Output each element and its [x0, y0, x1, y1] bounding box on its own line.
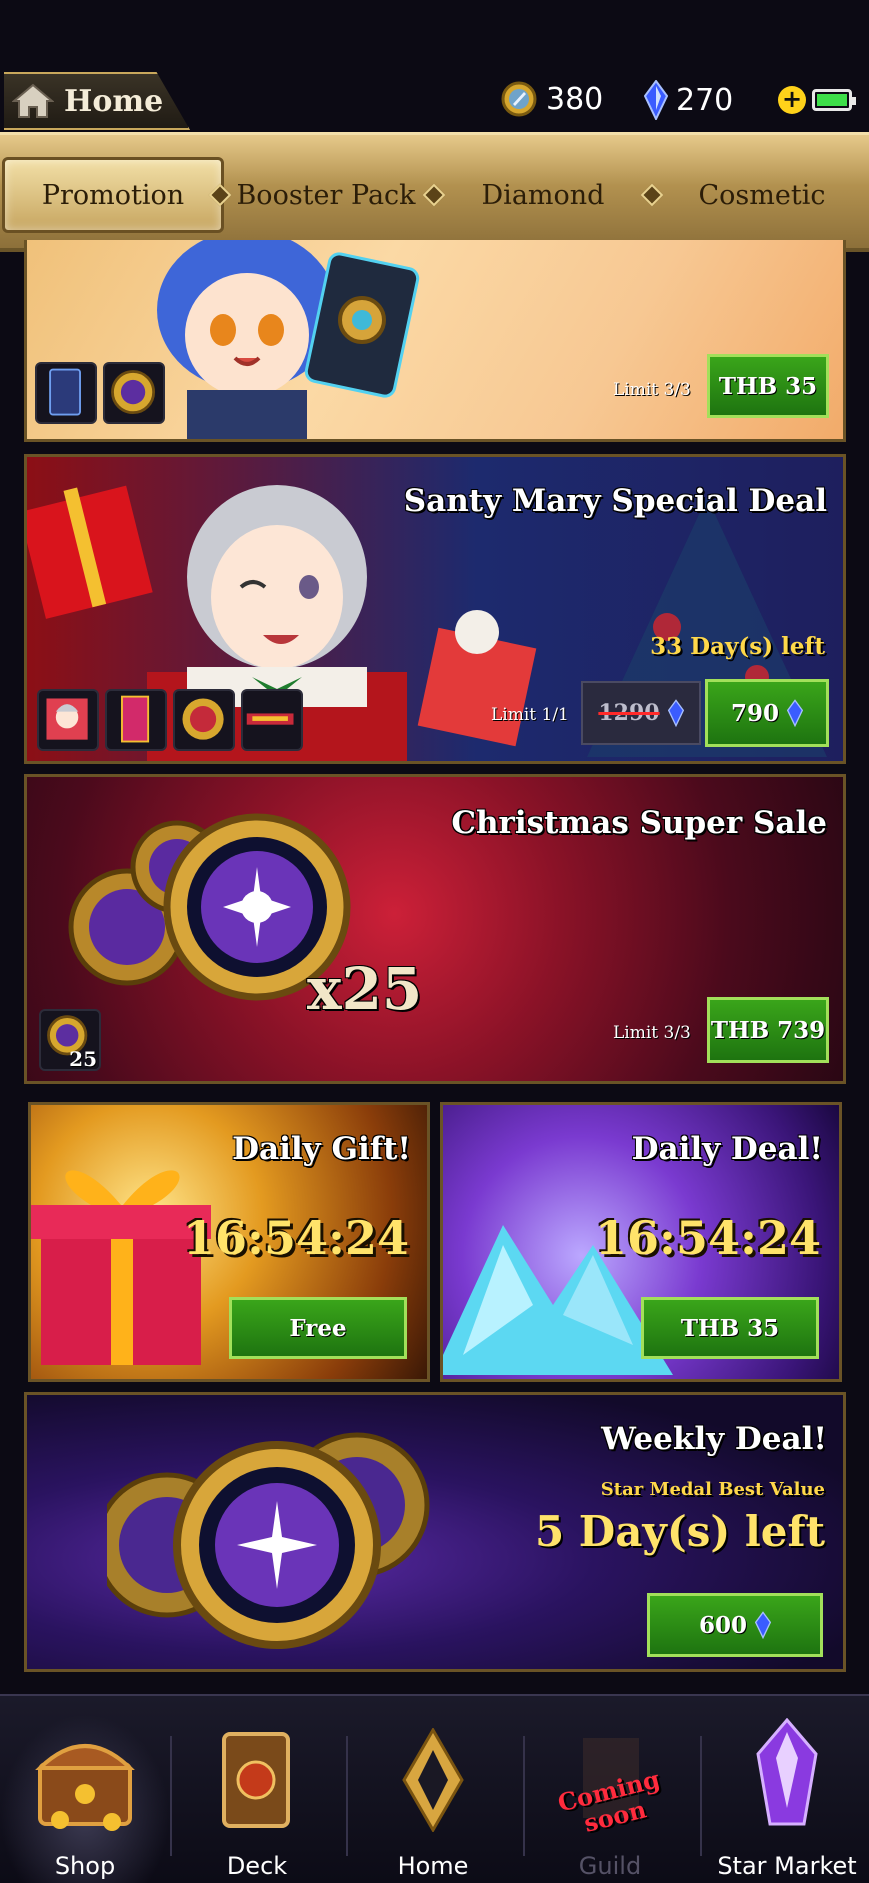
old-price-value: 1290 [598, 700, 660, 726]
nav-guild-label: Guild [578, 1852, 642, 1880]
bottom-navigation: Shop Deck Home Coming soon Guild Star Ma… [0, 1694, 869, 1883]
reward-card-thumb [105, 689, 167, 751]
nav-home-label: Home [397, 1852, 469, 1880]
diamond-amount: 270 [676, 82, 734, 118]
offer-subtitle: Star Medal Best Value [600, 1479, 825, 1500]
battery-icon [812, 89, 856, 111]
purple-crystal-icon [756, 1718, 818, 1826]
offer-card-starter[interactable]: Limit 3/3 THB 35 [24, 240, 846, 442]
diamond-icon [755, 1611, 771, 1639]
days-left: 33 Day(s) left [650, 633, 825, 660]
daily-gift-card[interactable]: Daily Gift! 16:54:24 Free [28, 1102, 430, 1382]
price-label: THB 35 [680, 1314, 780, 1342]
reward-avatar-thumb [37, 689, 99, 751]
diamond-icon [787, 699, 803, 727]
offer-title: Christmas Super Sale [451, 805, 827, 841]
nav-deck[interactable]: Deck [172, 1714, 342, 1883]
reward-title-thumb [241, 689, 303, 751]
reward-count: 25 [69, 1047, 97, 1071]
countdown-timer: 16:54:24 [594, 1211, 821, 1265]
offer-card-santy-mary[interactable]: Santy Mary Special Deal 33 Day(s) left L… [24, 454, 846, 764]
price-label: 600 [698, 1611, 747, 1639]
nav-home[interactable]: Home [348, 1714, 518, 1883]
original-price: 1290 [581, 681, 701, 745]
tab-cosmetic[interactable]: Cosmetic [660, 157, 864, 233]
button-label: Free [289, 1314, 347, 1342]
star-medal-stack-art [107, 1432, 430, 1649]
status-cluster: + [778, 86, 856, 114]
nav-shop[interactable]: Shop [0, 1714, 170, 1883]
buy-button[interactable]: 600 [647, 1593, 823, 1657]
buy-button[interactable]: 790 [705, 679, 829, 747]
card-deck-icon [222, 1732, 290, 1828]
offer-title: Daily Deal! [631, 1131, 823, 1167]
top-bar: Home 380 270 + [0, 72, 869, 134]
tab-promotion[interactable]: Promotion [2, 157, 224, 233]
coming-soon-badge: Coming soon [554, 1764, 663, 1838]
reward-medal-thumb [103, 362, 165, 424]
limit-text: Limit 3/3 [613, 1023, 691, 1043]
weekly-deal-card[interactable]: Weekly Deal! Star Medal Best Value 5 Day… [24, 1392, 846, 1672]
gold-coin-icon [501, 81, 537, 117]
nav-star-market[interactable]: Star Market [702, 1714, 869, 1883]
offer-title: Santy Mary Special Deal [403, 483, 827, 519]
home-icon [12, 83, 54, 118]
offer-title: Weekly Deal! [601, 1421, 827, 1457]
nav-deck-label: Deck [226, 1852, 288, 1880]
tab-diamond[interactable]: Diamond [446, 157, 640, 233]
buy-button[interactable]: THB 35 [707, 354, 829, 418]
buy-button[interactable]: THB 35 [641, 1297, 819, 1359]
diamond-pile-art [443, 1225, 673, 1375]
tab-booster-pack[interactable]: Booster Pack [226, 157, 426, 233]
gold-currency[interactable]: 380 [500, 80, 603, 118]
reward-card-back-thumb [35, 362, 97, 424]
gold-amount: 380 [546, 81, 604, 117]
reward-medal-thumb [173, 689, 235, 751]
nav-shop-label: Shop [54, 1852, 116, 1880]
offer-title: Daily Gift! [232, 1131, 411, 1167]
add-currency-button[interactable]: + [778, 86, 806, 114]
reward-medal-thumb: 25 [39, 1009, 101, 1071]
nav-star-market-label: Star Market [717, 1852, 857, 1880]
diamond-icon [667, 699, 684, 727]
bundle-multiplier: x25 [307, 955, 423, 1023]
buy-button[interactable]: THB 739 [707, 997, 829, 1063]
treasure-chest-icon [35, 1744, 135, 1831]
tab-divider-icon [422, 183, 446, 207]
daily-deal-card[interactable]: Daily Deal! 16:54:24 THB 35 [440, 1102, 842, 1382]
nav-guild: Coming soon Guild [525, 1714, 695, 1883]
category-tabs: Promotion Booster Pack Diamond Cosmetic [0, 132, 869, 252]
diamond-currency[interactable]: 270 [644, 80, 733, 120]
price-label: 790 [730, 699, 779, 727]
price-label: THB 35 [718, 372, 818, 400]
offer-card-christmas-sale[interactable]: x25 Christmas Super Sale 25 Limit 3/3 TH… [24, 774, 846, 1084]
limit-text: Limit 3/3 [613, 380, 691, 400]
home-emblem-icon [402, 1728, 464, 1832]
diamond-icon [644, 80, 668, 120]
claim-free-button[interactable]: Free [229, 1297, 407, 1359]
countdown-timer: 16:54:24 [182, 1211, 409, 1265]
price-label: THB 739 [710, 1016, 826, 1044]
days-left: 5 Day(s) left [534, 1507, 825, 1556]
home-breadcrumb[interactable]: Home [4, 72, 190, 130]
home-breadcrumb-label: Home [64, 83, 164, 119]
limit-text: Limit 1/1 [491, 705, 569, 725]
